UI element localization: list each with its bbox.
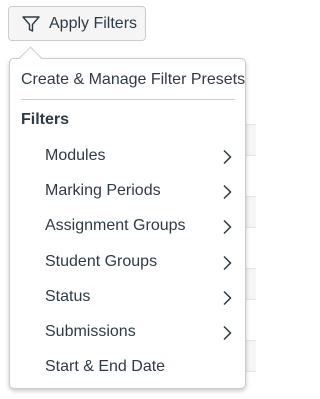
apply-filters-label: Apply Filters bbox=[49, 15, 138, 32]
menu-item-status[interactable]: Status bbox=[10, 282, 245, 312]
menu-divider bbox=[21, 99, 235, 100]
funnel-icon bbox=[22, 16, 40, 32]
create-manage-presets-item[interactable]: Create & Manage Filter Presets bbox=[21, 71, 245, 89]
popover-caret bbox=[18, 46, 43, 71]
menu-item-modules[interactable]: Modules bbox=[10, 141, 245, 171]
filter-menu-popover: Create & Manage Filter Presets Filters M… bbox=[9, 46, 246, 389]
menu-item-label: Status bbox=[45, 288, 91, 305]
chevron-right-icon bbox=[223, 219, 232, 235]
chevron-right-icon bbox=[223, 184, 232, 200]
menu-item-label: Student Groups bbox=[45, 253, 158, 270]
chevron-right-icon bbox=[223, 290, 232, 306]
menu-item-label: Modules bbox=[45, 147, 106, 164]
menu-item-label: Assignment Groups bbox=[45, 217, 186, 234]
menu-item-submissions[interactable]: Submissions bbox=[10, 317, 245, 347]
chevron-right-icon bbox=[223, 325, 232, 341]
menu-item-label: Submissions bbox=[45, 323, 136, 340]
filters-heading: Filters bbox=[21, 111, 70, 128]
apply-filters-button[interactable]: Apply Filters bbox=[8, 6, 146, 41]
menu-item-label: Start & End Date bbox=[45, 358, 166, 375]
menu-item-marking-periods[interactable]: Marking Periods bbox=[10, 176, 245, 206]
chevron-right-icon bbox=[223, 149, 232, 165]
menu-item-start-end-date[interactable]: Start & End Date bbox=[10, 352, 245, 382]
menu-item-student-groups[interactable]: Student Groups bbox=[10, 247, 245, 277]
menu-item-assignment-groups[interactable]: Assignment Groups bbox=[10, 211, 245, 241]
menu-item-label: Marking Periods bbox=[45, 182, 161, 199]
chevron-right-icon bbox=[223, 255, 232, 271]
